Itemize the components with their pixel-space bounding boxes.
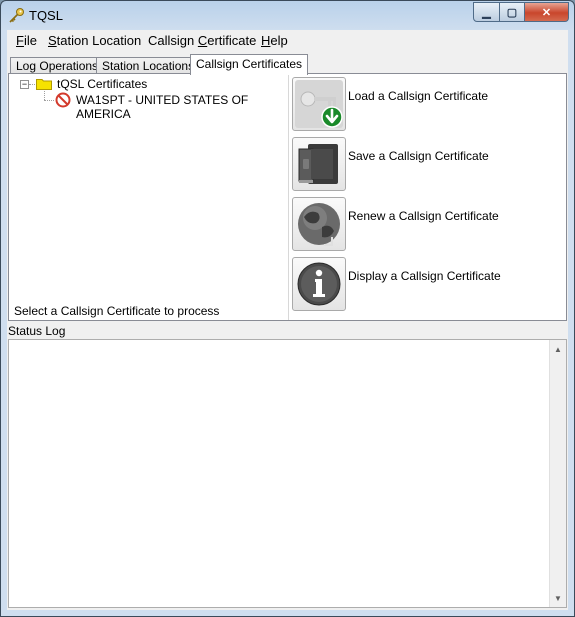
tree-connector bbox=[44, 91, 45, 100]
display-certificate-action[interactable]: Display a Callsign Certificate bbox=[292, 257, 562, 311]
save-certificate-action[interactable]: Save a Callsign Certificate bbox=[292, 137, 562, 191]
tree-collapse-toggle[interactable]: − bbox=[20, 80, 29, 89]
tab-station-locations[interactable]: Station Locations bbox=[96, 57, 201, 74]
globe-renew-icon bbox=[298, 203, 340, 246]
panel-divider bbox=[288, 74, 289, 320]
app-window: TQSL ▁ ▢ ✕ File Station Location Callsig… bbox=[0, 0, 575, 617]
renew-certificate-action[interactable]: Renew a Callsign Certificate bbox=[292, 197, 562, 251]
save-certificate-button[interactable] bbox=[292, 137, 346, 191]
close-button[interactable]: ✕ bbox=[525, 2, 569, 22]
tree-status-text: Select a Callsign Certificate to process bbox=[14, 304, 220, 318]
menu-callsign-certificate[interactable]: Callsign Certificate bbox=[148, 33, 256, 48]
status-log-scrollbar[interactable]: ▲ ▼ bbox=[549, 340, 566, 607]
no-entry-icon bbox=[55, 92, 71, 108]
display-certificate-label: Display a Callsign Certificate bbox=[348, 269, 501, 283]
scroll-up-icon[interactable]: ▲ bbox=[554, 345, 562, 354]
certificates-panel: − tQSL Certificates WA1SPT - UNITED STAT… bbox=[8, 73, 567, 321]
certificate-download-icon bbox=[295, 80, 343, 128]
tree-connector bbox=[44, 100, 54, 101]
load-certificate-action[interactable]: Load a Callsign Certificate bbox=[292, 77, 562, 131]
certificate-tree[interactable]: − tQSL Certificates WA1SPT - UNITED STAT… bbox=[9, 74, 288, 320]
info-icon bbox=[297, 262, 341, 306]
tab-strip: Log Operations Station Locations Callsig… bbox=[7, 54, 568, 75]
menu-file[interactable]: File bbox=[16, 33, 37, 48]
close-icon: ✕ bbox=[541, 6, 552, 19]
title-bar[interactable]: TQSL ▁ ▢ ✕ bbox=[1, 1, 574, 30]
save-certificate-label: Save a Callsign Certificate bbox=[348, 149, 489, 163]
tree-root-label[interactable]: tQSL Certificates bbox=[57, 77, 147, 91]
menu-help[interactable]: Help bbox=[261, 33, 288, 48]
maximize-button[interactable]: ▢ bbox=[500, 2, 525, 22]
minimize-button[interactable]: ▁ bbox=[473, 2, 500, 22]
load-certificate-label: Load a Callsign Certificate bbox=[348, 89, 489, 103]
status-log-area[interactable]: ▲ ▼ bbox=[8, 339, 567, 608]
tab-callsign-certificates[interactable]: Callsign Certificates bbox=[190, 54, 309, 75]
maximize-icon: ▢ bbox=[506, 6, 518, 19]
scroll-down-icon[interactable]: ▼ bbox=[554, 594, 562, 603]
tree-certificate-item[interactable]: WA1SPT - UNITED STATES OF AMERICA bbox=[76, 93, 288, 121]
key-icon bbox=[9, 8, 24, 23]
window-title: TQSL bbox=[29, 8, 63, 23]
menu-station-location[interactable]: Station Location bbox=[48, 33, 141, 48]
load-certificate-button[interactable] bbox=[292, 77, 346, 131]
minimize-icon: ▁ bbox=[482, 6, 491, 19]
safe-save-icon bbox=[298, 144, 338, 184]
folder-icon bbox=[36, 79, 52, 90]
status-log-label: Status Log bbox=[8, 324, 66, 338]
client-area: File Station Location Callsign Certifica… bbox=[7, 30, 568, 610]
menu-bar: File Station Location Callsign Certifica… bbox=[7, 30, 568, 51]
display-certificate-button[interactable] bbox=[292, 257, 346, 311]
renew-certificate-button[interactable] bbox=[292, 197, 346, 251]
renew-certificate-label: Renew a Callsign Certificate bbox=[348, 209, 499, 223]
tab-log-operations[interactable]: Log Operations bbox=[10, 57, 105, 74]
tree-connector bbox=[29, 84, 35, 85]
